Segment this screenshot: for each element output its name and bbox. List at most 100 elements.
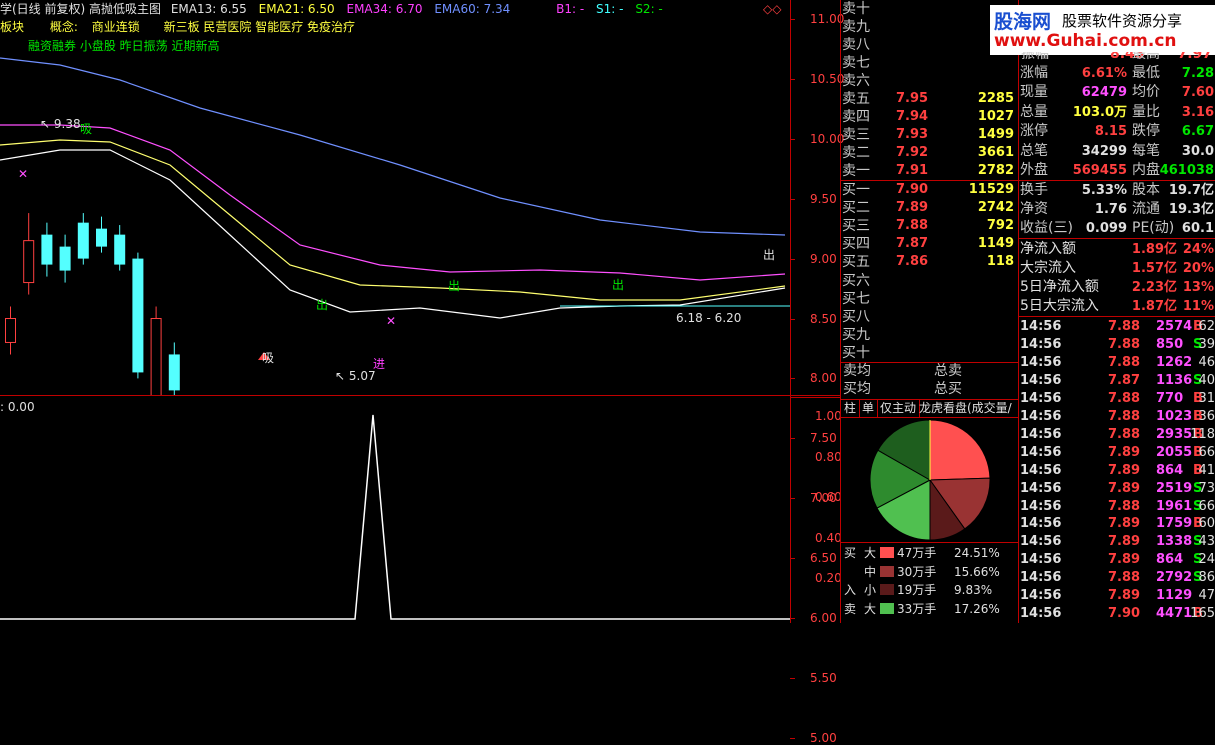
- logo-sub: 股票软件资源分享: [1062, 12, 1183, 30]
- tick-volume: 864: [1156, 552, 1184, 568]
- indicator-axis-label: 1.00: [815, 409, 842, 423]
- flow-side-label: 卖: [844, 601, 857, 616]
- diamond-icons[interactable]: ◇◇: [763, 2, 781, 16]
- ask-price: 7.91: [896, 163, 929, 178]
- low-annotation: ↖ 5.07: [335, 369, 376, 383]
- stat-label: 均价: [1132, 84, 1160, 101]
- tick-count: 39: [1198, 336, 1215, 352]
- money-flow-value: 1.87亿: [1131, 299, 1177, 314]
- tick-price: 7.89: [1108, 588, 1141, 604]
- stats-row: 换手 5.33% 股本 19.7亿: [1020, 181, 1215, 200]
- bid-row: 买七: [842, 290, 1018, 308]
- tab-dragon-tiger[interactable]: 龙虎看盘(成交量/按: [916, 400, 1018, 417]
- tick-time: 14:56: [1020, 444, 1062, 460]
- stat-label: 净资: [1020, 201, 1048, 218]
- concept-2[interactable]: 新三板 民营医院 智能医疗 免疫治疗: [164, 20, 355, 34]
- indicator-axis-label: 0.20: [815, 571, 842, 585]
- tick-row: 14:56 7.88 2792 S 86: [1020, 569, 1215, 587]
- kline-chart[interactable]: ✕ ✕: [0, 0, 790, 395]
- tick-time: 14:56: [1020, 552, 1062, 568]
- ema34-label: EMA34: 6.70: [346, 2, 423, 16]
- tick-volume: 2935: [1156, 426, 1193, 442]
- tick-count: 86: [1198, 570, 1215, 586]
- tick-time: 14:56: [1020, 570, 1062, 586]
- tick-count: 31: [1198, 390, 1215, 406]
- tick-count: 118: [1190, 426, 1215, 442]
- chart-title: 学(日线 前复权) 高抛低吸主图: [0, 2, 161, 16]
- tick-row: 14:56 7.89 864 B 41: [1020, 462, 1215, 480]
- bid-row: 买四 7.87 1149: [842, 235, 1018, 253]
- tab-active-only[interactable]: 仅主动: [877, 400, 921, 417]
- concept-1[interactable]: 商业连锁: [92, 20, 140, 34]
- signal-chu-1: 出: [316, 298, 329, 312]
- indicator-svg: [0, 414, 790, 620]
- indicator-panel[interactable]: [0, 397, 790, 623]
- ask-label: 卖十: [842, 1, 870, 17]
- tick-count: 66: [1198, 444, 1215, 460]
- b1-label: B1: -: [556, 2, 585, 16]
- signal-jin: 进: [373, 357, 386, 371]
- flow-size-label: 小: [864, 583, 877, 597]
- tick-volume: 2792: [1156, 570, 1193, 586]
- stat-label: 涨停: [1020, 123, 1048, 140]
- tick-volume: 1136: [1156, 372, 1193, 388]
- tick-time: 14:56: [1020, 588, 1062, 604]
- bid-price: 7.89: [896, 200, 929, 216]
- stat-label: 换手: [1020, 182, 1048, 198]
- stat-value: 6.61%: [1081, 66, 1127, 81]
- low-value: 5.07: [348, 369, 376, 383]
- money-flow-label: 5日净流入额: [1020, 279, 1099, 295]
- tick-count: 66: [1198, 498, 1215, 514]
- main-divider: [0, 395, 840, 396]
- stat-value: 6.67: [1181, 124, 1214, 140]
- tick-row: 14:56 7.88 850 S 39: [1020, 336, 1215, 354]
- money-flow-label: 5日大宗流入: [1020, 298, 1099, 314]
- stats-row: 涨停 8.15 跌停 6.67: [1020, 122, 1215, 141]
- bid-row: 买十: [842, 344, 1018, 362]
- flow-percent: 15.66%: [954, 564, 1000, 579]
- stat-value: 7.60: [1181, 85, 1214, 101]
- tab-single[interactable]: 单: [859, 400, 879, 417]
- tick-time: 14:56: [1020, 319, 1062, 334]
- price-axis-label: 8.00: [810, 371, 837, 386]
- stat-label: 每笔: [1132, 142, 1160, 159]
- ask-price: 7.95: [896, 91, 929, 106]
- bid-row: 买二 7.89 2742: [842, 199, 1018, 217]
- stat-label: 流通: [1132, 201, 1160, 218]
- tick-count: 41: [1198, 462, 1215, 478]
- ask-price: 7.93: [896, 127, 929, 142]
- logo-url: www.Guhai.com.cn: [994, 31, 1177, 51]
- tick-price: 7.88: [1108, 354, 1141, 370]
- tick-price: 7.88: [1108, 390, 1141, 406]
- stat-label: PE(动): [1132, 220, 1175, 237]
- flow-table-row: 买大 47万手 24.51%: [842, 544, 1018, 562]
- signal-chu-4: 出: [763, 248, 776, 262]
- indicator-axis: 1.00 0.80 0.60 0.40 0.20: [790, 397, 842, 623]
- bid-volume: 792: [986, 218, 1014, 234]
- money-flow-label: 净流入额: [1020, 241, 1076, 257]
- candle-body: [5, 318, 16, 343]
- stat-value: 3.16: [1181, 104, 1214, 120]
- bid-label: 买二: [842, 200, 870, 217]
- stat-label: 总量: [1020, 103, 1048, 120]
- tick-row: 14:56 7.89 2055 B 66: [1020, 444, 1215, 462]
- tick-row: 14:56 7.89 2519 S 73: [1020, 480, 1215, 498]
- ema13-label: EMA13: 6.55: [170, 2, 247, 16]
- concept-label: 概念:: [49, 20, 78, 34]
- tick-price: 7.89: [1108, 462, 1141, 478]
- tick-count: 46: [1198, 354, 1215, 370]
- stat-value: 19.7亿: [1168, 183, 1214, 198]
- high-annotation: ↖ 9.38: [40, 117, 81, 131]
- tick-volume: 1759: [1156, 516, 1193, 532]
- flow-amount: 33万手: [897, 601, 937, 616]
- signal-chu-3: 出: [612, 278, 625, 292]
- tab-bar[interactable]: 柱: [841, 400, 861, 417]
- ask-label: 卖四: [842, 109, 870, 125]
- indicator-axis-label: 0.80: [815, 449, 842, 464]
- bid-label: 买三: [842, 218, 870, 235]
- indicator-top-divider: [790, 397, 840, 398]
- signal-xi-2: 吸: [80, 122, 93, 136]
- tick-volume: 2574: [1156, 319, 1193, 334]
- stat-label: 总笔: [1020, 142, 1048, 159]
- tick-time: 14:56: [1020, 606, 1062, 622]
